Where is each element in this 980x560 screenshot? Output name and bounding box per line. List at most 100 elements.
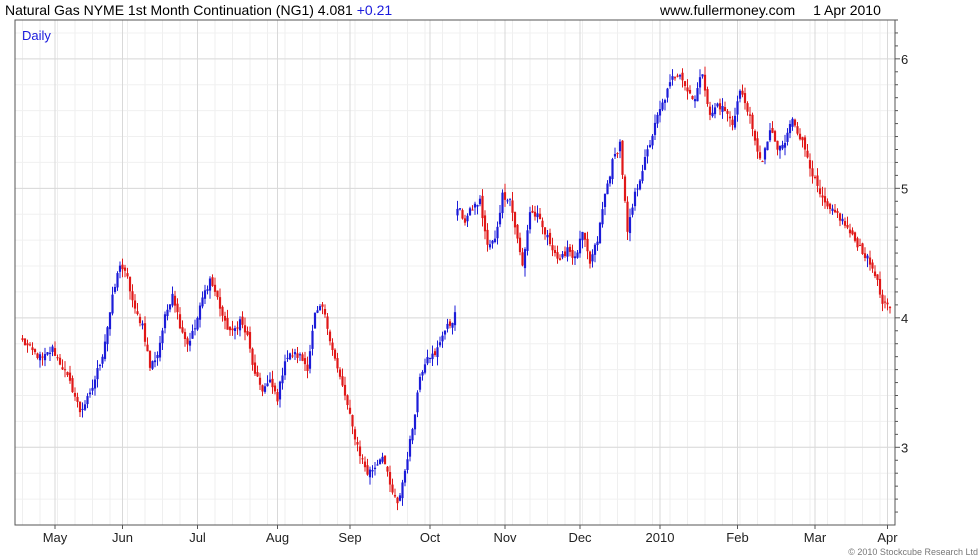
plot-frame (14, 19, 896, 526)
candle (848, 223, 852, 238)
candle-body-up (661, 102, 664, 110)
candle-body-up (423, 364, 427, 373)
candle-body-down (301, 354, 304, 361)
candle (433, 348, 437, 357)
candle (423, 358, 427, 375)
candle-body-up (443, 330, 447, 335)
candle (33, 348, 37, 355)
candle-body-down (366, 465, 369, 475)
candle (258, 372, 262, 391)
candle-body-up (508, 198, 512, 200)
candle (236, 321, 239, 335)
candle-body-up (161, 330, 164, 344)
candle (648, 140, 652, 148)
candle-body-up (783, 142, 787, 148)
candle (703, 66, 707, 97)
grid (15, 20, 895, 525)
candle-body-down (543, 227, 547, 235)
candle (288, 352, 292, 361)
candle-body-up (451, 322, 454, 328)
candle-body-up (468, 208, 472, 216)
candle (803, 135, 807, 157)
candle (756, 131, 759, 159)
candle (776, 140, 779, 156)
candle-body-down (351, 415, 354, 427)
candle (616, 152, 619, 159)
candle-body-down (516, 224, 519, 239)
candle-body-up (441, 335, 444, 342)
candle-body-down (801, 137, 804, 141)
candle (278, 380, 282, 408)
candle (811, 160, 814, 184)
candle-body-up (156, 355, 159, 359)
candle-body-up (201, 297, 204, 307)
candle (796, 121, 799, 136)
candle (638, 179, 642, 191)
candle (323, 304, 327, 318)
candle (701, 74, 704, 79)
candle (821, 186, 824, 206)
candle-body-down (826, 201, 829, 207)
candle-body-down (748, 114, 752, 116)
candle (646, 145, 649, 164)
candle (221, 305, 224, 322)
candle (381, 452, 384, 464)
candle-body-up (598, 222, 602, 244)
candle-body-down (771, 127, 774, 133)
candle-body-down (563, 251, 567, 256)
candle-body-down (213, 284, 217, 292)
candle (341, 368, 344, 387)
candle-body-down (126, 273, 129, 277)
candle-body-up (116, 273, 119, 288)
candle (103, 334, 107, 362)
candle (283, 354, 287, 380)
candle-body-up (781, 144, 784, 149)
candle-body-up (656, 114, 659, 124)
candle (328, 329, 332, 346)
candle (458, 208, 462, 211)
candle-body-down (71, 378, 74, 393)
candle (586, 231, 589, 260)
candle-body-down (556, 252, 559, 259)
candle-body-up (83, 404, 87, 410)
candle-body-down (136, 311, 139, 315)
candle (333, 348, 337, 361)
candle-body-down (348, 407, 352, 414)
candle (563, 246, 567, 258)
candle-body-up (268, 379, 272, 383)
candle-body-down (243, 325, 247, 333)
candle-body-down (823, 196, 827, 203)
candle-body-down (388, 472, 392, 485)
candle (353, 426, 357, 446)
candle-body-down (363, 461, 367, 468)
candle-body-down (306, 364, 309, 371)
candle-body-down (241, 316, 244, 325)
candle-body-up (606, 183, 609, 195)
candle (148, 350, 152, 371)
candle (783, 134, 787, 156)
candle (411, 427, 414, 445)
candle (626, 196, 629, 240)
candle (396, 496, 399, 511)
candle-body-down (761, 161, 764, 163)
candle (676, 73, 679, 78)
candle-body-down (323, 308, 327, 315)
candle (598, 221, 602, 244)
candle (578, 230, 582, 258)
candle (761, 160, 764, 163)
candle (843, 217, 847, 229)
candle (721, 98, 724, 119)
candle (233, 325, 237, 340)
candle-body-down (876, 274, 879, 280)
candle-body-up (398, 495, 402, 501)
candle (358, 440, 362, 464)
candle (438, 336, 442, 348)
candle (636, 184, 639, 197)
candle-body-up (91, 387, 94, 391)
candle (56, 354, 59, 361)
candle (268, 372, 272, 384)
candle-body-down (836, 211, 839, 213)
candle (731, 115, 734, 131)
candle (368, 466, 372, 485)
candle (408, 435, 412, 462)
